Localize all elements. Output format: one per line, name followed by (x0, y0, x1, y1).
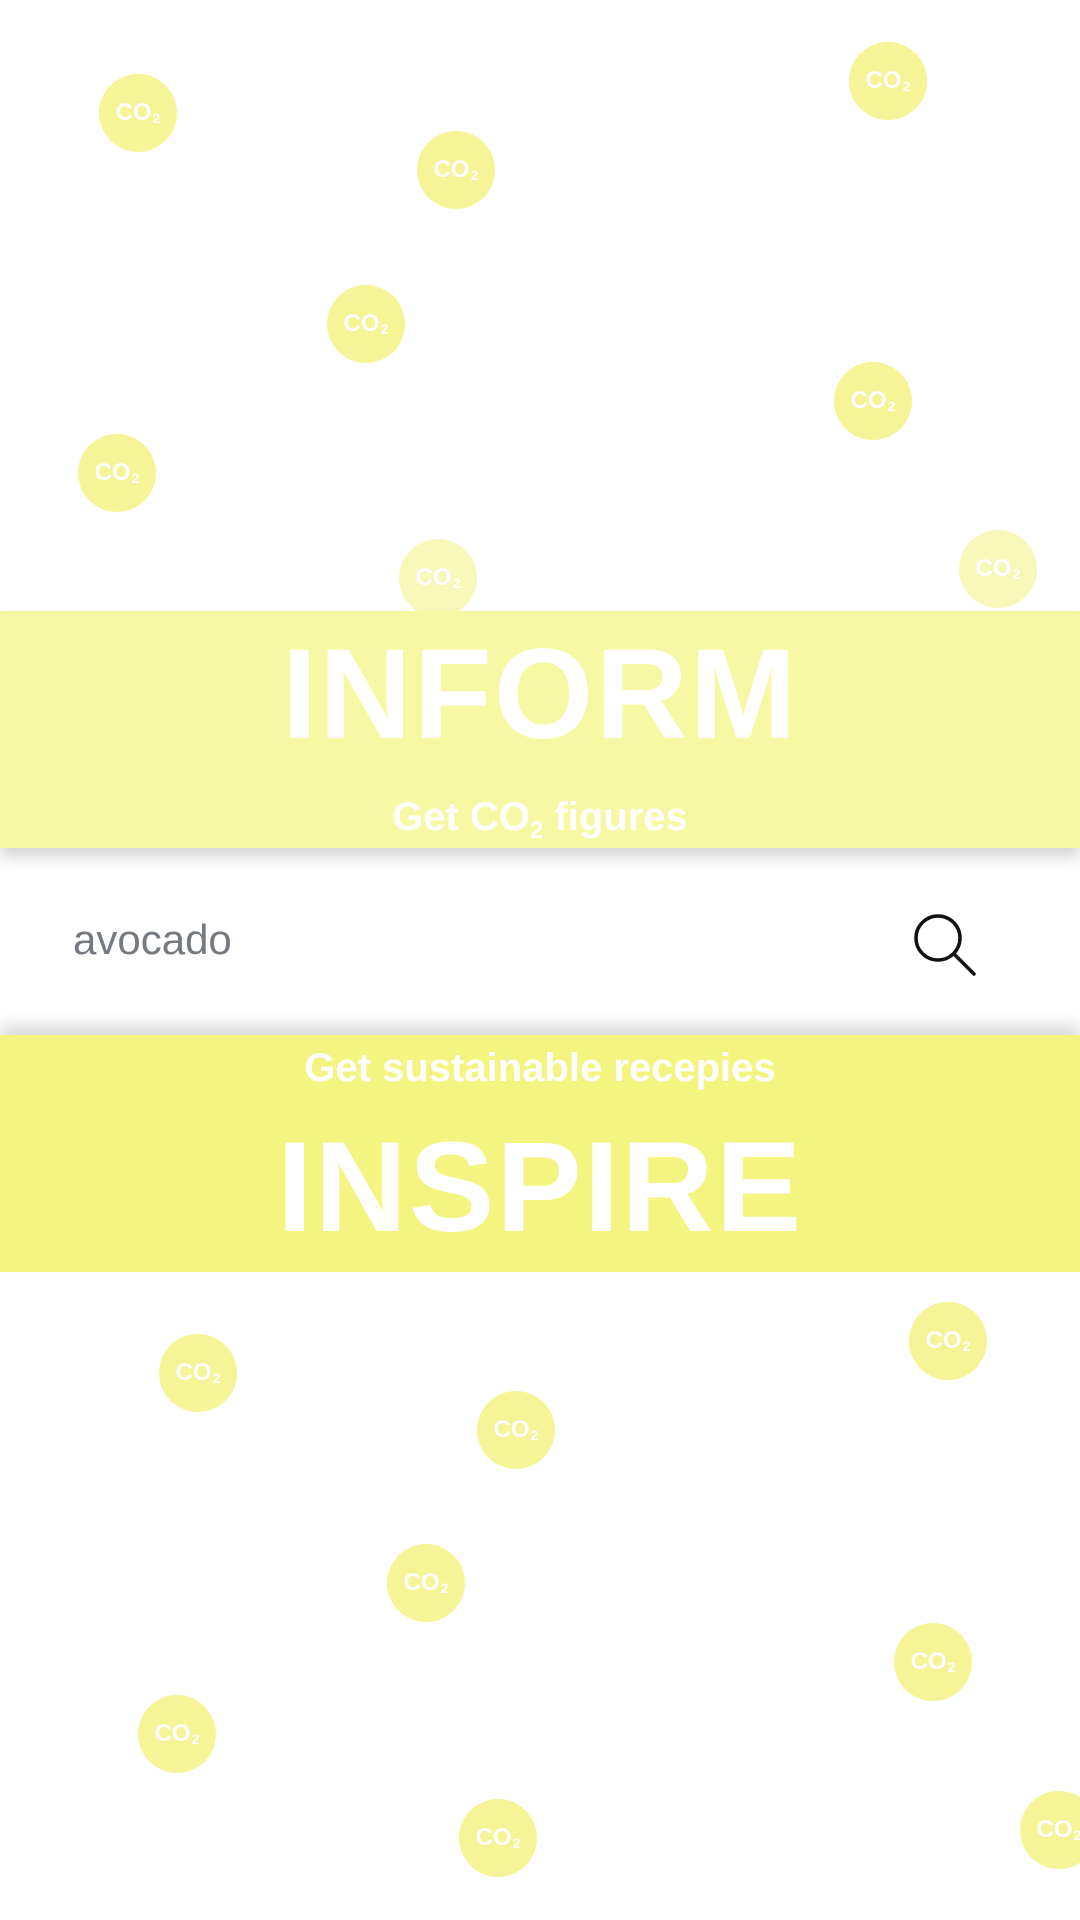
co2-bubble-icon: CO 2 (417, 131, 495, 209)
co2-bubble-icon: CO 2 (959, 530, 1037, 608)
co2-bubble-icon: CO 2 (99, 74, 177, 152)
co2-bubble-icon: CO 2 (459, 1799, 537, 1877)
inspire-title: INSPIRE (276, 1115, 804, 1259)
co2-bubble-icon: CO 2 (387, 1544, 465, 1622)
inspire-banner[interactable]: Get sustainable recepies INSPIRE (0, 1035, 1080, 1272)
co2-bubble-icon: CO 2 (159, 1334, 237, 1412)
co2-bubble-icon: CO 2 (1020, 1791, 1080, 1869)
co2-bubble-icon: CO 2 (849, 42, 927, 120)
co2-bubble-icon: CO 2 (138, 1695, 216, 1773)
co2-bubble-icon: CO 2 (894, 1623, 972, 1701)
inspire-subtitle: Get sustainable recepies (304, 1045, 776, 1090)
co2-bubble-icon: CO 2 (399, 539, 477, 617)
co2-bubble-icon: CO 2 (327, 285, 405, 363)
inform-title: INFORM (281, 622, 799, 766)
search-icon[interactable] (912, 912, 978, 978)
co2-bubble-icon: CO 2 (909, 1302, 987, 1380)
inform-subtitle: Get CO2 figures (392, 794, 688, 844)
co2-bubble-icon: CO 2 (477, 1391, 555, 1469)
search-input[interactable] (73, 910, 833, 970)
co2-bubble-icon: CO 2 (78, 434, 156, 512)
co2-bubble-icon: CO 2 (834, 362, 912, 440)
inform-banner[interactable]: INFORM Get CO2 figures (0, 611, 1080, 848)
